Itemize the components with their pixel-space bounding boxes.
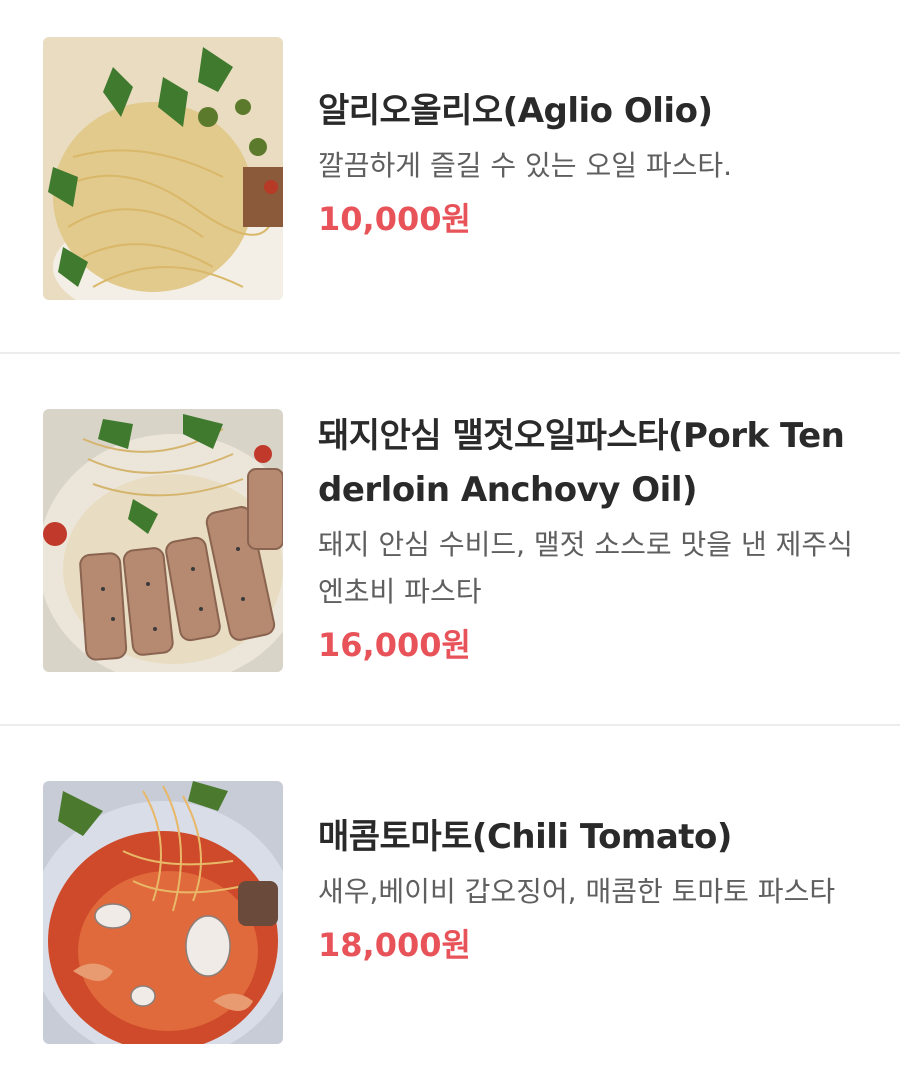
menu-item-photo[interactable]: [43, 37, 283, 300]
menu-item-photo[interactable]: [43, 409, 283, 672]
menu-item-photo[interactable]: [43, 781, 283, 1044]
menu-item-price: 18,000원: [318, 926, 471, 964]
menu-item-price: 16,000원: [318, 626, 471, 664]
aglio-olio-pasta-photo: [43, 37, 283, 300]
menu-item-name: 돼지안심 맬젓오일파스타(Pork Tenderloin Anchovy Oil…: [318, 416, 845, 510]
menu-item-info: 돼지안심 맬젓오일파스타(Pork Tenderloin Anchovy Oil…: [318, 409, 858, 670]
menu-item-description: 새우,베이비 갑오징어, 매콤한 토마토 파스타: [318, 875, 836, 908]
menu-item[interactable]: 매콤토마토(Chili Tomato) 새우,베이비 갑오징어, 매콤한 토마토…: [0, 726, 900, 1088]
pork-tenderloin-pasta-photo: [43, 409, 283, 672]
menu-item-price: 10,000원: [318, 200, 471, 238]
menu-list: 알리오올리오(Aglio Olio) 깔끔하게 즐길 수 있는 오일 파스타. …: [0, 0, 900, 1088]
menu-item-description: 깔끔하게 즐길 수 있는 오일 파스타.: [318, 149, 733, 182]
menu-item-info: 매콤토마토(Chili Tomato) 새우,베이비 갑오징어, 매콤한 토마토…: [318, 810, 858, 970]
menu-item[interactable]: 돼지안심 맬젓오일파스타(Pork Tenderloin Anchovy Oil…: [0, 354, 900, 726]
menu-item[interactable]: 알리오올리오(Aglio Olio) 깔끔하게 즐길 수 있는 오일 파스타. …: [0, 0, 900, 354]
menu-item-info: 알리오올리오(Aglio Olio) 깔끔하게 즐길 수 있는 오일 파스타. …: [318, 84, 858, 244]
menu-item-name: 알리오올리오(Aglio Olio): [318, 91, 713, 131]
chili-tomato-pasta-photo: [43, 781, 283, 1044]
menu-item-description: 돼지 안심 수비드, 맬젓 소스로 맛을 낸 제주식 엔초비 파스타: [318, 528, 853, 608]
menu-item-name: 매콤토마토(Chili Tomato): [318, 817, 732, 857]
